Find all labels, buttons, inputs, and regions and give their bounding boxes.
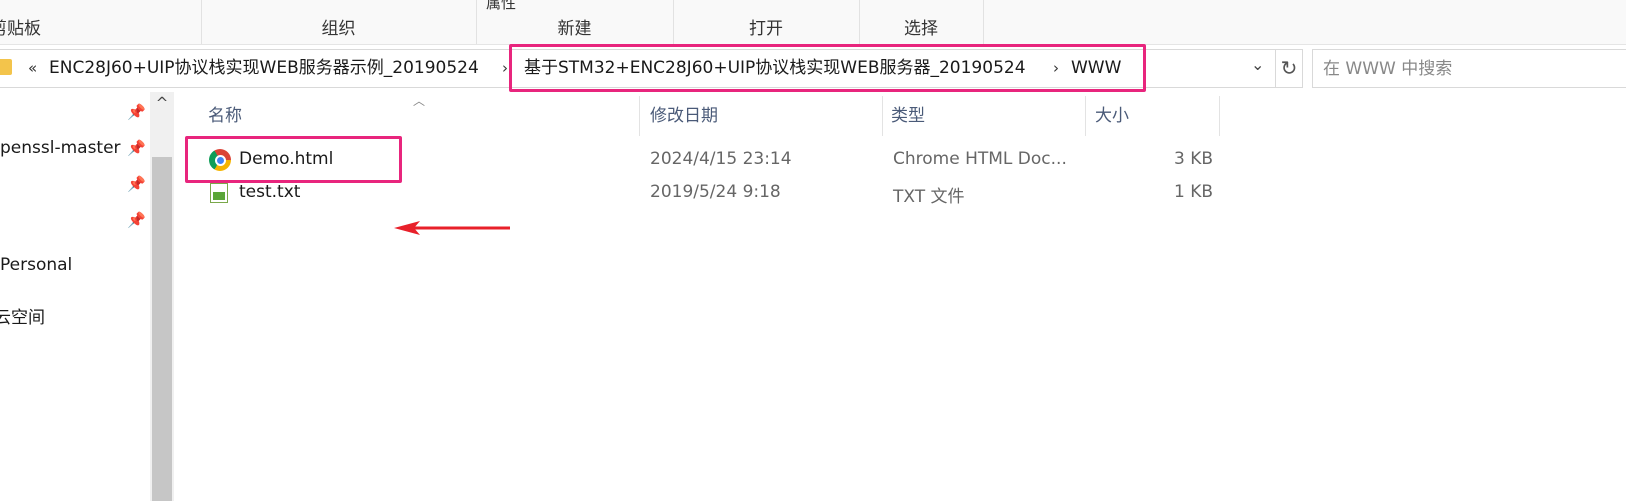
nav-item[interactable]: penssl-master bbox=[0, 138, 121, 158]
search-input[interactable] bbox=[1321, 50, 1615, 87]
file-name[interactable]: test.txt bbox=[239, 182, 300, 202]
scrollbar-thumb[interactable] bbox=[152, 157, 172, 501]
ribbon-group-clipboard[interactable]: 剪贴板 bbox=[0, 0, 202, 44]
ribbon-group-label: 剪贴板 bbox=[0, 19, 41, 39]
file-modified: 2019/5/24 9:18 bbox=[650, 182, 781, 202]
column-header-name[interactable]: 名称 bbox=[180, 96, 640, 136]
file-type: Chrome HTML Doc... bbox=[893, 149, 1067, 169]
file-type: TXT 文件 bbox=[893, 187, 965, 207]
ribbon-group-label: 选择 bbox=[904, 19, 938, 39]
annotation-highlight-box bbox=[509, 44, 1146, 92]
annotation-arrow-icon bbox=[394, 221, 510, 235]
scroll-up-icon[interactable]: ^ bbox=[150, 94, 174, 112]
file-modified: 2024/4/15 23:14 bbox=[650, 149, 792, 169]
file-size: 1 KB bbox=[1174, 182, 1214, 202]
nav-scrollbar[interactable]: ^ bbox=[150, 92, 174, 501]
ribbon: 剪贴板 组织 属性 新建 打开 选择 bbox=[0, 0, 1626, 45]
nav-item[interactable]: Personal bbox=[0, 255, 72, 275]
text-file-icon bbox=[210, 183, 228, 203]
chevron-down-icon[interactable]: ⌄ bbox=[1251, 46, 1264, 83]
nav-item[interactable]: 云空间 bbox=[0, 303, 45, 328]
column-header-size[interactable]: 大小 bbox=[1086, 96, 1220, 136]
breadcrumb-item[interactable]: ENC28J60+UIP协议栈实现WEB服务器示例_20190524 bbox=[49, 50, 479, 87]
ribbon-group-select[interactable]: 选择 bbox=[859, 0, 984, 44]
ribbon-group-open[interactable]: 打开 bbox=[673, 0, 860, 44]
column-header-modified[interactable]: 修改日期 bbox=[640, 96, 883, 136]
ribbon-group-label: 打开 bbox=[749, 19, 783, 39]
ribbon-group-new[interactable]: 属性 新建 bbox=[476, 0, 674, 44]
breadcrumb-overflow[interactable]: « bbox=[28, 50, 37, 87]
file-size: 3 KB bbox=[1174, 149, 1214, 169]
refresh-icon[interactable]: ↻ bbox=[1276, 49, 1303, 88]
ribbon-group-label: 新建 bbox=[557, 19, 592, 39]
pin-icon[interactable]: 📌 bbox=[127, 211, 146, 229]
ribbon-cut-text: 属性 bbox=[486, 0, 517, 12]
folder-icon bbox=[0, 59, 12, 75]
pin-icon[interactable]: 📌 bbox=[127, 103, 146, 121]
pin-icon[interactable]: 📌 bbox=[127, 139, 146, 157]
ribbon-group-label: 组织 bbox=[321, 19, 356, 39]
breadcrumb-separator-icon[interactable]: › bbox=[502, 50, 508, 87]
pin-icon[interactable]: 📌 bbox=[127, 175, 146, 193]
column-header-type[interactable]: 类型 bbox=[883, 96, 1086, 136]
annotation-highlight-box bbox=[185, 136, 402, 183]
ribbon-group-organize[interactable]: 组织 bbox=[201, 0, 477, 44]
search-box[interactable] bbox=[1312, 49, 1626, 88]
